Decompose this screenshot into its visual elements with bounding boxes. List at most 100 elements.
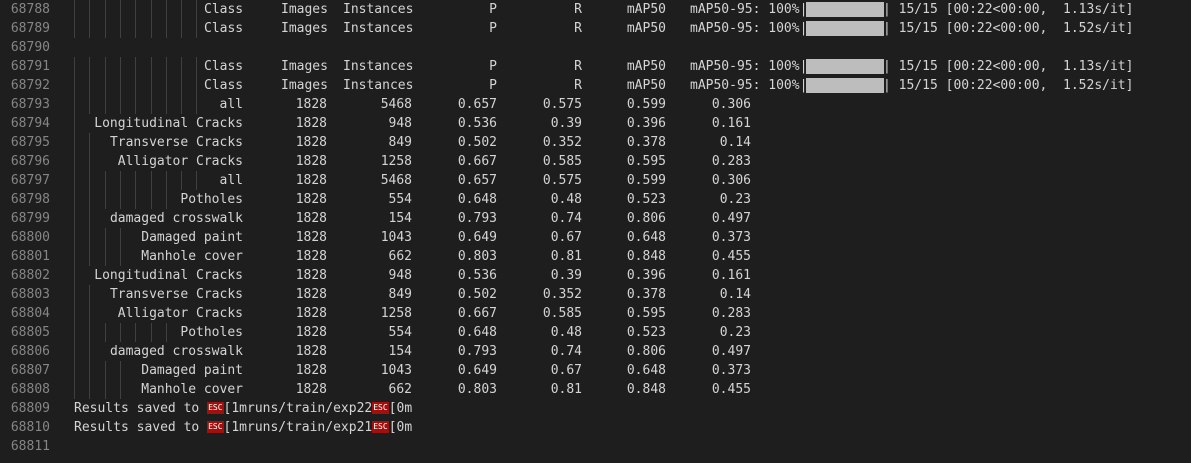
- indent-guide: [119, 76, 121, 95]
- images-value: 1828: [295, 344, 327, 359]
- indent-guide: [135, 76, 137, 95]
- progress-bar: [806, 78, 884, 93]
- header-map50: mAP50: [626, 78, 666, 93]
- indent-guide: [150, 19, 152, 38]
- results-path: [1mruns/train/exp22: [223, 401, 373, 416]
- map50-95-value: 0.283: [711, 306, 751, 321]
- log-line: 68807 Damaged paint 1828 1043 0.649 0.67 0.648…: [0, 361, 1191, 380]
- recall-value: 0.67: [550, 230, 582, 245]
- recall-value: 0.585: [542, 154, 582, 169]
- progress-text: | 15/15 [00:22<00:00, 1.52s/it]: [883, 21, 1134, 36]
- map50-95-value: 0.455: [711, 249, 751, 264]
- images-value: 1828: [295, 306, 327, 321]
- map50-value: 0.848: [626, 382, 666, 397]
- log-line: 68795 Transverse Cracks 1828 849 0.502 0.352 0…: [0, 133, 1191, 152]
- indent-guide: [104, 0, 106, 19]
- header-class: Class: [204, 21, 244, 36]
- instances-value: 1043: [380, 230, 412, 245]
- progress-text: | 15/15 [00:22<00:00, 1.52s/it]: [883, 78, 1134, 93]
- class-name: Potholes: [180, 192, 243, 207]
- recall-value: 0.48: [550, 325, 582, 340]
- class-name: all: [219, 97, 243, 112]
- log-line: 68790: [0, 38, 1191, 57]
- instances-value: 554: [388, 325, 412, 340]
- line-number: 68791: [10, 59, 50, 74]
- map50-95-value: 0.373: [711, 230, 751, 245]
- recall-value: 0.585: [542, 306, 582, 321]
- log-line: 68802 Longitudinal Cracks 1828 948 0.536 0.39…: [0, 266, 1191, 285]
- instances-value: 554: [388, 192, 412, 207]
- class-name: all: [219, 173, 243, 188]
- indent-guide: [196, 57, 198, 76]
- output-editor[interactable]: 68788 Class Images Instances P RmAP50 mAP50-95…: [0, 0, 1191, 463]
- header-images: Images: [281, 21, 328, 36]
- map50-value: 0.396: [626, 268, 666, 283]
- precision-value: 0.657: [457, 173, 497, 188]
- precision-value: 0.648: [457, 325, 497, 340]
- indent-guide: [135, 0, 137, 19]
- indent-guide: [196, 76, 198, 95]
- map50-95-value: 0.14: [719, 135, 751, 150]
- indent-guide: [74, 0, 75, 19]
- indent-guide: [150, 0, 152, 19]
- map50-95-value: 0.497: [711, 211, 751, 226]
- header-images: Images: [281, 2, 328, 17]
- recall-value: 0.39: [550, 116, 582, 131]
- map50-value: 0.595: [626, 306, 666, 321]
- map50-value: 0.378: [626, 135, 666, 150]
- images-value: 1828: [295, 192, 327, 207]
- class-name: Manhole cover: [141, 249, 243, 264]
- progress-bar: [806, 2, 884, 17]
- recall-value: 0.575: [542, 97, 582, 112]
- images-value: 1828: [295, 287, 327, 302]
- images-value: 1828: [295, 154, 327, 169]
- class-name: Manhole cover: [141, 382, 243, 397]
- recall-value: 0.575: [542, 173, 582, 188]
- class-name: damaged crosswalk: [109, 211, 243, 226]
- instances-value: 154: [388, 344, 412, 359]
- log-line: 68799 damaged crosswalk 1828 154 0.793 0.74 0.…: [0, 209, 1191, 228]
- indent-guide: [89, 0, 91, 19]
- progress-text: | 15/15 [00:22<00:00, 1.13s/it]: [883, 59, 1134, 74]
- log-line: 68806 damaged crosswalk 1828 154 0.793 0.74 0.…: [0, 342, 1191, 361]
- images-value: 1828: [295, 268, 327, 283]
- class-name: Alligator Cracks: [117, 306, 243, 321]
- escape-char-badge: ESC: [372, 420, 389, 433]
- map50-95-value: 0.283: [711, 154, 751, 169]
- images-value: 1828: [295, 325, 327, 340]
- precision-value: 0.803: [457, 249, 497, 264]
- recall-value: 0.352: [542, 287, 582, 302]
- header-images: Images: [281, 78, 328, 93]
- indent-guide: [119, 19, 121, 38]
- line-number: 68811: [10, 439, 50, 454]
- instances-value: 1258: [380, 154, 412, 169]
- reset-code: [0m: [388, 401, 413, 416]
- progress-text: | 15/15 [00:22<00:00, 1.13s/it]: [883, 2, 1134, 17]
- header-map50: mAP50: [626, 59, 666, 74]
- precision-value: 0.793: [457, 211, 497, 226]
- precision-value: 0.667: [457, 154, 497, 169]
- recall-value: 0.352: [542, 135, 582, 150]
- results-message: Results saved to ESC[1mruns/train/exp22E…: [74, 399, 412, 418]
- class-name: Longitudinal Cracks: [94, 268, 243, 283]
- recall-value: 0.39: [550, 268, 582, 283]
- map50-95-value: 0.14: [719, 287, 751, 302]
- escape-char-badge: ESC: [207, 420, 224, 433]
- instances-value: 5468: [380, 97, 412, 112]
- recall-value: 0.74: [550, 211, 582, 226]
- header-class: Class: [204, 78, 244, 93]
- indent-guide: [196, 19, 198, 38]
- escape-char-badge: ESC: [207, 401, 224, 414]
- log-line: 68809 Results saved to ESC[1mruns/train/e…: [0, 399, 1191, 418]
- log-line: 68808 Manhole cover 1828 662 0.803 0.81 0.848 0…: [0, 380, 1191, 399]
- images-value: 1828: [295, 116, 327, 131]
- indent-guide: [89, 76, 91, 95]
- instances-value: 1043: [380, 363, 412, 378]
- map50-value: 0.595: [626, 154, 666, 169]
- header-class: Class: [204, 59, 244, 74]
- indent-guide: [89, 19, 91, 38]
- map50-95-value: 0.306: [711, 173, 751, 188]
- indent-guide: [181, 76, 183, 95]
- log-line: 68801 Manhole cover 1828 662 0.803 0.81 0.848 0…: [0, 247, 1191, 266]
- instances-value: 1258: [380, 306, 412, 321]
